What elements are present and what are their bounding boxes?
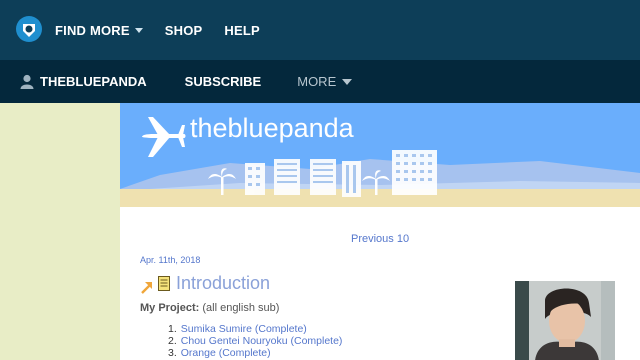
project-line: My Project: (all english sub) [140,302,279,314]
list-item: 1. Sumika Sumire (Complete) [168,323,342,335]
project-label: My Project: [140,302,200,314]
post-photo [515,281,615,360]
post-header: Introduction [140,273,270,294]
top-navbar: FIND MORE SHOP HELP [0,0,640,60]
list-item-link[interactable]: Orange (Complete) [181,347,271,359]
more-menu[interactable]: MORE [297,74,353,89]
user-icon [20,74,34,89]
help-label: HELP [224,22,260,38]
left-sidebar [0,103,120,360]
list-item: 2. Chou Gentei Nouryoku (Complete) [168,335,342,347]
find-more-label: FIND MORE [55,22,130,38]
list-item-link[interactable]: Sumika Sumire (Complete) [181,323,307,335]
journal-navbar: THEBLUEPANDA SUBSCRIBE MORE [0,60,640,103]
arrow-icon [141,281,152,294]
shop-label: SHOP [164,22,203,38]
list-item-number: 2. [168,335,177,347]
previous-link[interactable]: Previous 10 [351,233,409,245]
user-menu[interactable]: THEBLUEPANDA [20,74,147,89]
project-list: 1. Sumika Sumire (Complete) 2. Chou Gentei… [168,323,342,359]
list-item-number: 1. [168,323,177,335]
site-logo-icon[interactable] [14,14,44,44]
journal-title[interactable]: thebluepanda [190,113,354,144]
post-date: Apr. 11th, 2018 [140,255,201,265]
list-item-number: 3. [168,347,177,359]
subscribe-button[interactable]: SUBSCRIBE [185,74,262,89]
list-item-link[interactable]: Chou Gentei Nouryoku (Complete) [181,335,343,347]
help-link[interactable]: HELP [224,23,259,38]
chevron-down-icon [134,27,143,33]
list-item: 3. Orange (Complete) [168,347,342,359]
shop-link[interactable]: SHOP [165,23,203,38]
journal-content: thebluepanda Previous 10 Apr. 11th, 2018… [120,103,640,360]
username-label: THEBLUEPANDA [40,74,147,89]
post-title[interactable]: Introduction [176,273,270,294]
chevron-down-icon [342,78,353,85]
find-more-menu[interactable]: FIND MORE [55,23,143,38]
note-icon [158,276,170,291]
project-note: (all english sub) [202,302,280,314]
subscribe-label: SUBSCRIBE [184,74,262,89]
more-label: MORE [297,74,337,89]
